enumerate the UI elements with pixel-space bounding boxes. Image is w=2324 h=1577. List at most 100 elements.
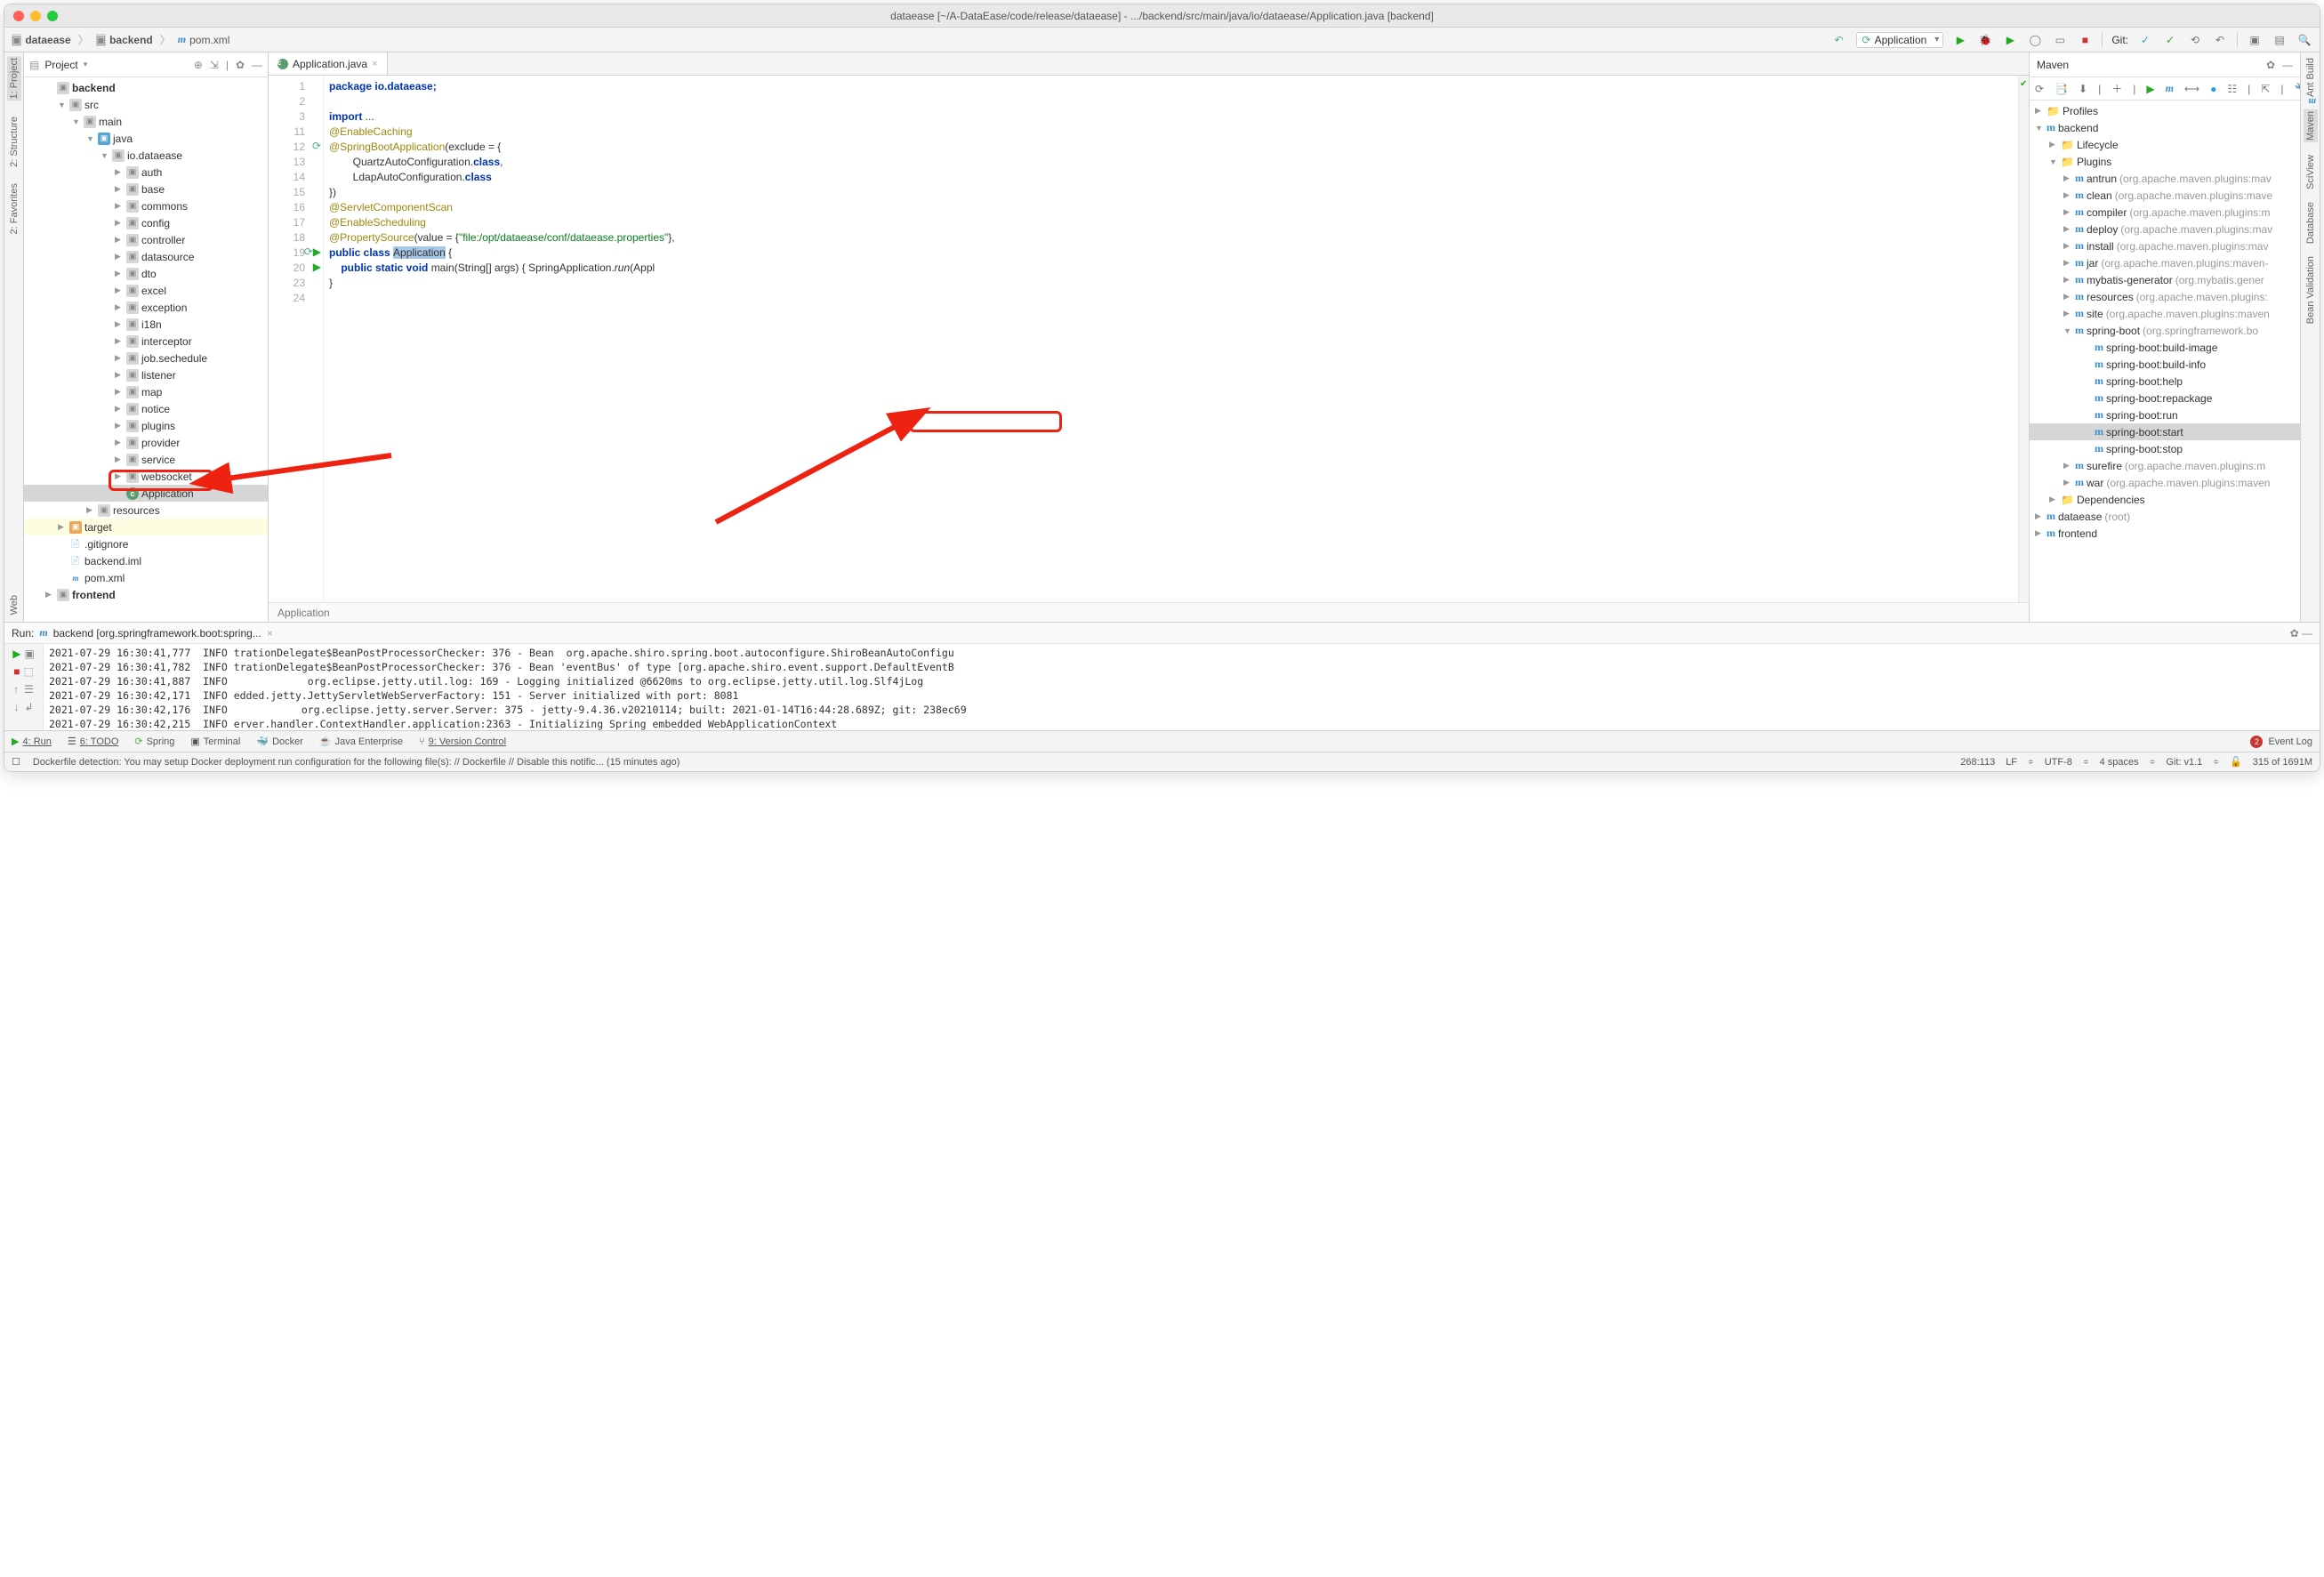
add-icon[interactable]: ＋: [2111, 81, 2122, 96]
mv-plugin-antrun[interactable]: ▶mantrun (org.apache.maven.plugins:mav: [2030, 170, 2300, 187]
tree-application[interactable]: Application: [141, 487, 194, 500]
lock-icon[interactable]: 🔓: [2230, 756, 2242, 768]
attach-icon[interactable]: ▭: [2052, 32, 2068, 48]
wrap-icon[interactable]: ↲: [24, 701, 33, 713]
toolwin-maven[interactable]: mMaven: [2304, 109, 2318, 142]
mv-lifecycle[interactable]: Lifecycle: [2077, 139, 2119, 151]
target-icon[interactable]: ▣: [24, 648, 34, 660]
toolwin-project[interactable]: 1: Project: [7, 56, 21, 101]
tree-dir-listener[interactable]: ▶▣listener: [24, 366, 268, 383]
mv-plugin-jar[interactable]: ▶mjar (org.apache.maven.plugins:maven-: [2030, 254, 2300, 271]
tree-pom[interactable]: pom.xml: [84, 572, 125, 584]
mv-goal-spring-boot-run[interactable]: mspring-boot:run: [2030, 406, 2300, 423]
mv-war[interactable]: war: [2087, 477, 2103, 489]
mv-plugins[interactable]: Plugins: [2077, 156, 2111, 168]
expand-icon[interactable]: ⇲: [210, 59, 219, 71]
coverage-icon[interactable]: ▶: [2002, 32, 2018, 48]
layout-run-icon[interactable]: ⬚: [23, 665, 33, 678]
tab-application[interactable]: c Application.java ×: [269, 52, 388, 75]
tool-spring[interactable]: Spring: [147, 736, 175, 747]
tree-dir-websocket[interactable]: ▶▣websocket: [24, 468, 268, 485]
tool-run[interactable]: 4: Run: [22, 736, 51, 747]
mv-backend[interactable]: backend: [2058, 122, 2098, 134]
toolwin-structure[interactable]: 2: Structure: [9, 117, 20, 167]
profile-icon[interactable]: ◯: [2027, 32, 2043, 48]
run-config-selector[interactable]: ⟳Application: [1856, 32, 1944, 48]
tree-pkg[interactable]: io.dataease: [127, 149, 182, 162]
mv-plugin-compiler[interactable]: ▶mcompiler (org.apache.maven.plugins:m: [2030, 204, 2300, 221]
generate-sources-icon[interactable]: 📑: [2055, 83, 2068, 95]
mv-plugin-clean[interactable]: ▶mclean (org.apache.maven.plugins:mave: [2030, 187, 2300, 204]
console[interactable]: 2021-07-29 16:30:41,777 INFO trationDele…: [44, 644, 2320, 730]
toolwin-bean[interactable]: Bean Validation: [2305, 256, 2316, 324]
tree-dir-i18n[interactable]: ▶▣i18n: [24, 316, 268, 333]
git-branch[interactable]: Git: v1.1: [2166, 757, 2202, 768]
line-sep[interactable]: LF: [2006, 757, 2017, 768]
maven-settings-icon[interactable]: ✿: [2266, 59, 2275, 71]
tree-dir-config[interactable]: ▶▣config: [24, 214, 268, 231]
encoding[interactable]: UTF-8: [2045, 757, 2072, 768]
crumb-root[interactable]: dataease: [25, 34, 70, 46]
reimport-icon[interactable]: ⟳: [2035, 83, 2044, 95]
update-icon[interactable]: ✓: [2137, 32, 2153, 48]
tree-dir-dto[interactable]: ▶▣dto: [24, 265, 268, 282]
collapse-icon[interactable]: ⇱: [2261, 83, 2270, 95]
show-deps-icon[interactable]: ☷: [2227, 83, 2237, 95]
mv-dataease[interactable]: dataease: [2058, 511, 2102, 523]
tree-iml[interactable]: backend.iml: [84, 555, 141, 567]
mv-profiles[interactable]: Profiles: [2063, 105, 2098, 117]
run-tab[interactable]: backend [org.springframework.boot:spring…: [53, 627, 261, 640]
tree-dir-auth[interactable]: ▶▣auth: [24, 164, 268, 181]
close-icon[interactable]: [13, 11, 24, 21]
tree-dir-notice[interactable]: ▶▣notice: [24, 400, 268, 417]
tree-resources[interactable]: resources: [113, 504, 160, 517]
tree-dir-job.sechedule[interactable]: ▶▣job.sechedule: [24, 350, 268, 366]
toolwin-favorites[interactable]: 2: Favorites: [9, 183, 20, 234]
tree-dir-exception[interactable]: ▶▣exception: [24, 299, 268, 316]
select-opened-icon[interactable]: ⊕: [194, 59, 203, 71]
tree-target[interactable]: target: [84, 521, 112, 534]
revert-icon[interactable]: ↶: [2212, 32, 2228, 48]
tool-todo[interactable]: 6: TODO: [80, 736, 119, 747]
tree-dir-base[interactable]: ▶▣base: [24, 181, 268, 197]
tool-vcs[interactable]: 9: Version Control: [429, 736, 506, 747]
skip-tests-icon[interactable]: ●: [2210, 83, 2216, 95]
tool-docker[interactable]: Docker: [272, 736, 303, 747]
tree-dir-datasource[interactable]: ▶▣datasource: [24, 248, 268, 265]
tree-dir-commons[interactable]: ▶▣commons: [24, 197, 268, 214]
download-icon[interactable]: ⬇: [2079, 83, 2087, 95]
tree-dir-map[interactable]: ▶▣map: [24, 383, 268, 400]
tree-dir-excel[interactable]: ▶▣excel: [24, 282, 268, 299]
tree-dir-interceptor[interactable]: ▶▣interceptor: [24, 333, 268, 350]
maven-hide-icon[interactable]: —: [2282, 59, 2293, 71]
tree-dir-controller[interactable]: ▶▣controller: [24, 231, 268, 248]
mv-deps[interactable]: Dependencies: [2077, 494, 2145, 506]
tree-gitignore[interactable]: .gitignore: [84, 538, 128, 551]
mv-plugin-spring-boot[interactable]: ▼mspring-boot (org.springframework.bo: [2030, 322, 2300, 339]
mv-goal-spring-boot-help[interactable]: mspring-boot:help: [2030, 373, 2300, 390]
tool-javaee[interactable]: Java Enterprise: [335, 736, 403, 747]
tree-backend[interactable]: backend: [72, 82, 116, 94]
status-icon[interactable]: ☐: [12, 756, 20, 768]
commit-icon[interactable]: ✓: [2162, 32, 2178, 48]
mv-surefire[interactable]: surefire: [2087, 460, 2122, 472]
mv-plugin-resources[interactable]: ▶mresources (org.apache.maven.plugins:: [2030, 288, 2300, 305]
status-message[interactable]: Dockerfile detection: You may setup Dock…: [33, 757, 680, 768]
caret-pos[interactable]: 268:113: [1960, 757, 1995, 768]
indent[interactable]: 4 spaces: [2100, 757, 2139, 768]
maven-tree[interactable]: ▶📁Profiles ▼mbackend ▶📁Lifecycle ▼📁Plugi…: [2030, 101, 2300, 622]
error-stripe[interactable]: ✔: [2018, 76, 2029, 602]
hide-icon[interactable]: —: [252, 59, 262, 71]
back-icon[interactable]: ↶: [1831, 32, 1847, 48]
crumb-backend[interactable]: backend: [109, 34, 153, 46]
run-maven-icon[interactable]: ▶: [2146, 83, 2154, 95]
run-settings-icon[interactable]: ✿: [2290, 627, 2299, 640]
search-icon[interactable]: 🔍: [2296, 32, 2312, 48]
tree-java[interactable]: java: [113, 133, 133, 145]
close-run-tab-icon[interactable]: ×: [267, 627, 273, 640]
debug-icon[interactable]: 🐞: [1977, 32, 1993, 48]
mv-goal-spring-boot-build-info[interactable]: mspring-boot:build-info: [2030, 356, 2300, 373]
maven-goal-icon[interactable]: m: [2166, 82, 2174, 95]
settings-icon[interactable]: ✿: [236, 59, 245, 71]
mv-plugin-install[interactable]: ▶minstall (org.apache.maven.plugins:mav: [2030, 237, 2300, 254]
